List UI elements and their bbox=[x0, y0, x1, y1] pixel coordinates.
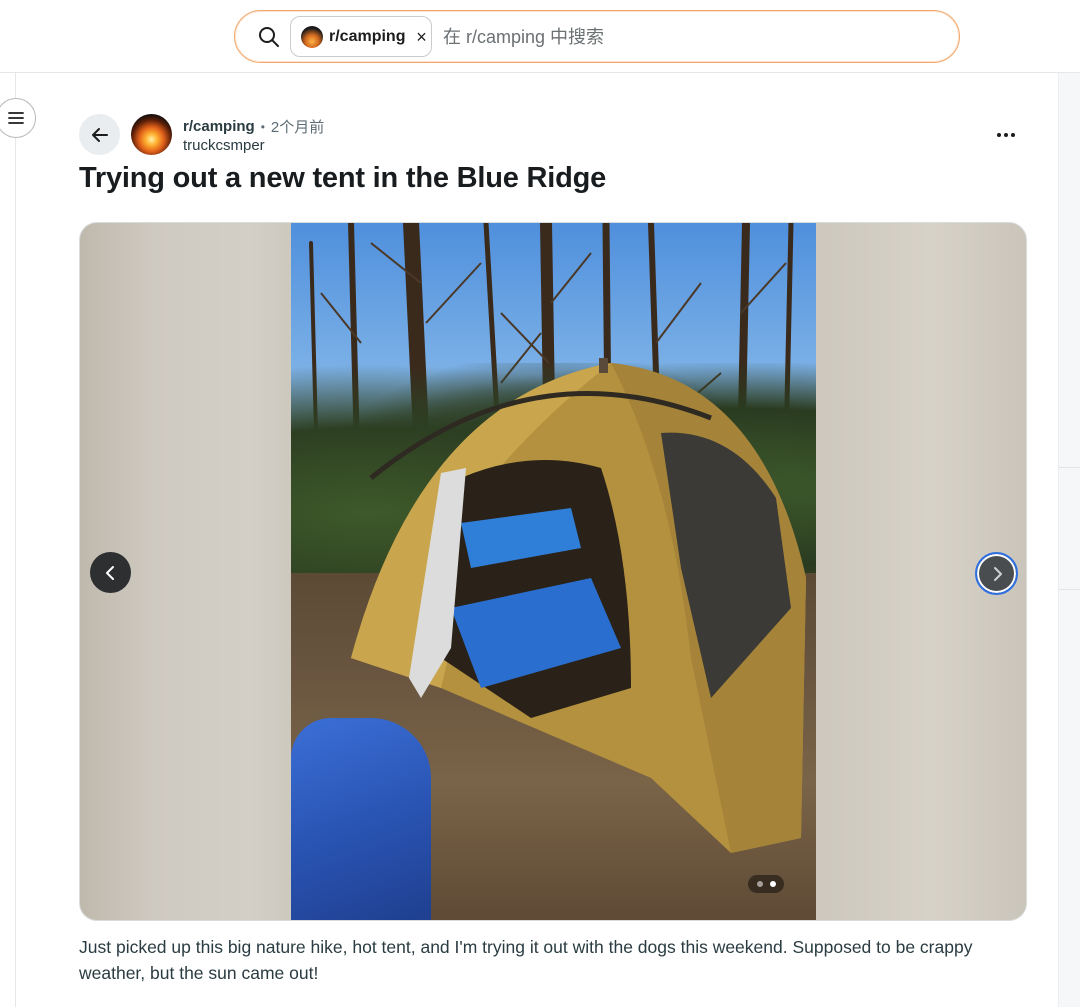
pagination-dot-active[interactable] bbox=[769, 881, 776, 887]
search-bar[interactable]: r/camping × bbox=[234, 10, 960, 63]
gallery-image[interactable] bbox=[291, 223, 816, 920]
more-options-button[interactable] bbox=[990, 120, 1022, 150]
more-horizontal-icon bbox=[997, 133, 1001, 137]
subreddit-filter-chip[interactable]: r/camping × bbox=[290, 16, 432, 57]
post-title: Trying out a new tent in the Blue Ridge bbox=[79, 162, 607, 194]
sidebar-divider bbox=[1059, 589, 1080, 590]
post-body: Just picked up this big nature hike, hot… bbox=[79, 937, 973, 983]
back-button[interactable] bbox=[79, 114, 120, 155]
post-meta: r/camping • 2个月前 bbox=[183, 116, 324, 137]
more-horizontal-icon bbox=[1004, 133, 1008, 137]
close-icon[interactable]: × bbox=[413, 28, 429, 46]
next-image-button[interactable] bbox=[975, 552, 1018, 595]
previous-image-button[interactable] bbox=[90, 552, 131, 593]
subreddit-avatar[interactable] bbox=[131, 114, 172, 155]
chevron-left-icon bbox=[105, 565, 114, 580]
gallery-pagination bbox=[748, 875, 784, 893]
top-bar: r/camping × bbox=[0, 0, 1080, 73]
post-age: 2个月前 bbox=[270, 119, 325, 136]
author-link[interactable]: truckcsmper bbox=[183, 137, 265, 154]
pagination-dot[interactable] bbox=[756, 881, 763, 887]
more-horizontal-icon bbox=[1011, 133, 1015, 137]
right-sidebar bbox=[1058, 73, 1080, 1007]
meta-separator: • bbox=[260, 119, 265, 134]
search-icon[interactable] bbox=[257, 25, 281, 49]
search-input[interactable] bbox=[443, 25, 923, 49]
sidebar-divider bbox=[1059, 467, 1080, 468]
chip-label: r/camping bbox=[329, 27, 406, 45]
subreddit-link[interactable]: r/camping bbox=[183, 118, 255, 135]
menu-button[interactable] bbox=[0, 98, 36, 138]
chevron-right-icon bbox=[993, 566, 1002, 581]
image-gallery[interactable] bbox=[79, 222, 1027, 921]
hamburger-menu-icon bbox=[8, 112, 24, 124]
left-rail-divider bbox=[15, 73, 16, 1007]
arrow-left-icon bbox=[91, 127, 108, 142]
photo-blue-bag bbox=[291, 718, 431, 920]
subreddit-avatar-icon bbox=[301, 25, 323, 48]
